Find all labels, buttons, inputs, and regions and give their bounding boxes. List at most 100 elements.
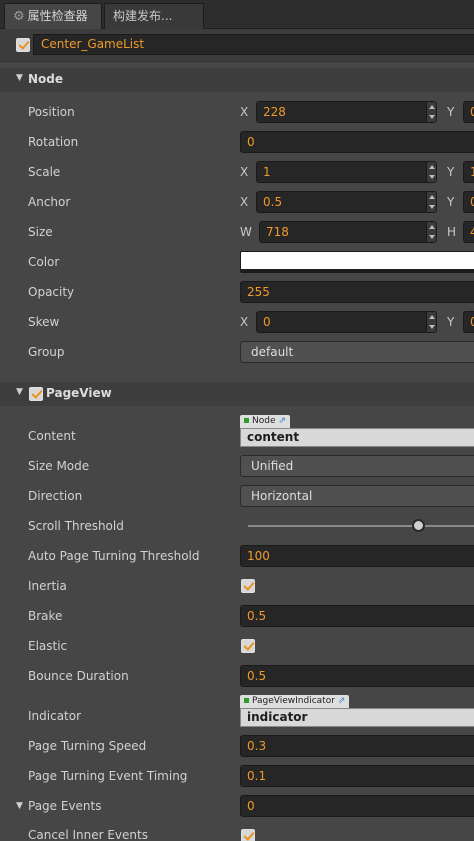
- inertia-checkbox[interactable]: [241, 579, 255, 593]
- size-label: Size: [28, 225, 53, 239]
- size-w-axis: W: [240, 225, 252, 239]
- elastic-label: Elastic: [28, 639, 68, 653]
- anchor-y-axis: Y: [447, 195, 455, 209]
- content-type-label: Node: [252, 416, 276, 426]
- scroll-threshold-label: Scroll Threshold: [28, 519, 124, 533]
- indicator-type-tag: PageViewIndicator ⇗: [240, 695, 350, 708]
- collapse-triangle-icon: ▼: [16, 73, 23, 83]
- cancel-inner-events-row: Cancel Inner Events: [0, 821, 474, 841]
- size-mode-label: Size Mode: [28, 459, 90, 473]
- size-w-input[interactable]: 718: [259, 221, 437, 243]
- page-turning-speed-row: Page Turning Speed 0.3: [0, 731, 474, 761]
- inertia-label: Inertia: [28, 579, 67, 593]
- node-header: Center_GameList: [0, 29, 474, 62]
- collapse-triangle-icon[interactable]: ▼: [16, 791, 23, 821]
- size-h-input[interactable]: 4: [463, 221, 474, 243]
- scale-y-axis: Y: [447, 165, 455, 179]
- content-label: Content: [28, 429, 76, 443]
- bounce-duration-row: Bounce Duration 0.5: [0, 661, 474, 691]
- position-row: Position X 228 Y 0: [0, 97, 474, 127]
- node-active-checkbox[interactable]: [16, 38, 30, 52]
- indicator-row: Indicator PageViewIndicator ⇗ indicator: [0, 695, 474, 735]
- position-y-input[interactable]: 0: [463, 101, 474, 123]
- skew-x-axis: X: [240, 315, 249, 329]
- open-link-icon[interactable]: ⇗: [279, 416, 287, 426]
- cancel-inner-events-checkbox[interactable]: [241, 829, 255, 841]
- page-events-count-input[interactable]: 0: [240, 795, 474, 817]
- content-row: Content Node ⇗ content: [0, 415, 474, 455]
- position-x-input[interactable]: 228: [256, 101, 437, 123]
- brake-row: Brake 0.5: [0, 601, 474, 631]
- position-x-value: 228: [263, 105, 286, 119]
- rotation-input[interactable]: 0: [240, 131, 474, 153]
- anchor-x-axis: X: [240, 195, 249, 209]
- opacity-label: Opacity: [28, 285, 75, 299]
- group-row: Group default: [0, 337, 474, 367]
- size-h-axis: H: [447, 225, 457, 239]
- bounce-duration-input[interactable]: 0.5: [240, 665, 474, 687]
- page-turning-speed-label: Page Turning Speed: [28, 739, 147, 753]
- node-name-input[interactable]: Center_GameList: [33, 34, 474, 55]
- scroll-threshold-slider-knob[interactable]: [412, 519, 425, 532]
- scale-y-input[interactable]: 1: [463, 161, 474, 183]
- scroll-threshold-slider-track[interactable]: [248, 525, 474, 527]
- skew-label: Skew: [28, 315, 60, 329]
- position-x-spinner[interactable]: [426, 102, 436, 122]
- indicator-type-label: PageViewIndicator: [252, 696, 335, 706]
- skew-y-axis: Y: [447, 315, 455, 329]
- size-row: Size W 718 H 4: [0, 217, 474, 247]
- auto-page-turning-threshold-input[interactable]: 100: [240, 545, 474, 567]
- opacity-input[interactable]: 255: [240, 281, 474, 303]
- page-turning-event-timing-input[interactable]: 0.1: [240, 765, 474, 787]
- pageview-section-title: PageView: [46, 386, 112, 400]
- anchor-row: Anchor X 0.5 Y 0: [0, 187, 474, 217]
- scale-x-spinner[interactable]: [426, 162, 436, 182]
- size-w-value: 718: [266, 225, 289, 239]
- group-select[interactable]: default: [240, 341, 474, 363]
- tab-inspector[interactable]: ⚙ 属性检查器: [4, 3, 102, 29]
- direction-select[interactable]: Horizontal: [240, 485, 474, 507]
- scale-row: Scale X 1 Y 1: [0, 157, 474, 187]
- page-events-label: Page Events: [28, 799, 102, 813]
- anchor-label: Anchor: [28, 195, 71, 209]
- indicator-label: Indicator: [28, 709, 82, 723]
- page-turning-speed-input[interactable]: 0.3: [240, 735, 474, 757]
- node-type-icon: [244, 418, 249, 423]
- scale-x-input[interactable]: 1: [256, 161, 437, 183]
- elastic-checkbox[interactable]: [241, 639, 255, 653]
- page-events-row: ▼ Page Events 0: [0, 791, 474, 821]
- opacity-row: Opacity 255: [0, 277, 474, 307]
- indicator-object-value: indicator: [240, 708, 474, 727]
- tab-build[interactable]: 构建发布...: [104, 3, 204, 29]
- brake-input[interactable]: 0.5: [240, 605, 474, 627]
- node-section-title: Node: [28, 72, 64, 86]
- collapse-triangle-icon: ▼: [16, 387, 23, 397]
- anchor-y-input[interactable]: 0: [463, 191, 474, 213]
- pageview-enabled-checkbox[interactable]: [29, 387, 43, 401]
- tab-inspector-label: 属性检查器: [27, 9, 88, 23]
- rotation-row: Rotation 0: [0, 127, 474, 157]
- pageview-section-header[interactable]: ▼ PageView: [0, 382, 474, 406]
- skew-y-input[interactable]: 0: [463, 311, 474, 333]
- scale-x-axis: X: [240, 165, 249, 179]
- size-w-spinner[interactable]: [426, 222, 436, 242]
- color-swatch[interactable]: [240, 251, 474, 273]
- tab-bar: ⚙ 属性检查器 构建发布...: [0, 0, 474, 29]
- scale-x-value: 1: [263, 165, 271, 179]
- size-mode-select[interactable]: Unified: [240, 455, 474, 477]
- auto-page-turning-threshold-row: Auto Page Turning Threshold 100: [0, 541, 474, 571]
- brake-label: Brake: [28, 609, 63, 623]
- direction-row: Direction Horizontal: [0, 481, 474, 511]
- anchor-x-input[interactable]: 0.5: [256, 191, 437, 213]
- auto-page-turning-threshold-label: Auto Page Turning Threshold: [28, 549, 200, 563]
- open-link-icon[interactable]: ⇗: [338, 696, 346, 706]
- skew-x-spinner[interactable]: [426, 312, 436, 332]
- anchor-x-spinner[interactable]: [426, 192, 436, 212]
- rotation-label: Rotation: [28, 135, 79, 149]
- node-section-header[interactable]: ▼ Node: [0, 68, 474, 92]
- scale-label: Scale: [28, 165, 61, 179]
- color-label: Color: [28, 255, 60, 269]
- position-x-axis: X: [240, 105, 249, 119]
- position-label: Position: [28, 105, 75, 119]
- skew-x-input[interactable]: 0: [256, 311, 437, 333]
